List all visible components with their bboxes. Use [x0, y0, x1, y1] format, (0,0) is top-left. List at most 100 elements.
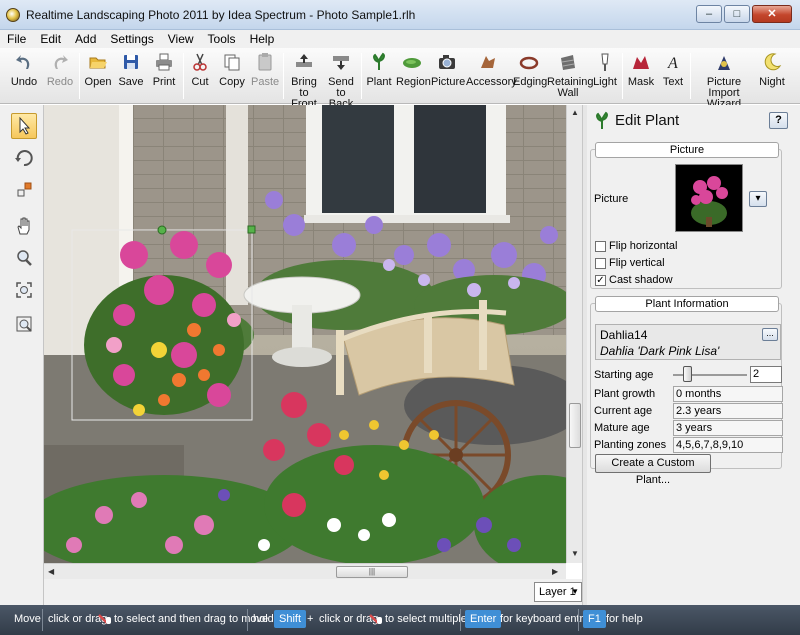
- menu-help[interactable]: Help: [243, 30, 282, 48]
- scroll-left-arrow-icon[interactable]: ◀: [48, 567, 54, 576]
- plant-button[interactable]: Plant: [366, 52, 392, 88]
- picture-group-caption: Picture: [595, 142, 779, 158]
- current-age-value: 2.3 years: [673, 403, 783, 419]
- accessory-button[interactable]: Accessory: [466, 52, 517, 88]
- flip-vertical-label: Flip vertical: [609, 257, 665, 269]
- zoom-tool[interactable]: [11, 245, 37, 271]
- scissors-icon: [193, 53, 207, 71]
- plant-icon: [373, 52, 385, 70]
- picture-dropdown-button[interactable]: ▾: [749, 191, 767, 207]
- resize-handle[interactable]: [247, 225, 256, 234]
- magnifier-icon: [17, 250, 32, 266]
- edging-button[interactable]: Edging: [513, 52, 547, 88]
- flip-horizontal-checkbox[interactable]: [595, 241, 606, 252]
- copy-button[interactable]: Copy: [218, 52, 246, 88]
- cast-shadow-label: Cast shadow: [609, 274, 673, 286]
- paste-button[interactable]: Paste: [251, 52, 279, 88]
- horizontal-scrollbar[interactable]: ◀ ||| ▶: [44, 563, 566, 579]
- menu-add[interactable]: Add: [68, 30, 103, 48]
- plant-growth-value: 0 months: [673, 386, 783, 402]
- flip-vertical-checkbox[interactable]: [595, 258, 606, 269]
- region-button[interactable]: Region: [396, 52, 431, 88]
- undo-icon: [16, 55, 30, 69]
- starting-age-input[interactable]: 2: [750, 366, 782, 383]
- status-select-multiple: to select multiple: [385, 613, 467, 625]
- tool-rail: [0, 105, 44, 605]
- redo-icon: [54, 55, 68, 69]
- mature-age-value: 3 years: [673, 420, 783, 436]
- edging-icon: [519, 56, 539, 70]
- text-button[interactable]: A Text: [660, 52, 686, 88]
- menu-bar: File Edit Add Settings View Tools Help: [0, 30, 800, 48]
- picture-group: Picture Picture ▾ Flip horizontal Flip v…: [590, 142, 782, 289]
- picture-import-wizard-button[interactable]: Picture Import Wizard: [693, 52, 755, 110]
- picture-button[interactable]: Picture: [431, 52, 465, 88]
- cast-shadow-checkbox[interactable]: ✓: [595, 275, 606, 286]
- print-button[interactable]: Print: [150, 52, 178, 88]
- camera-icon: [439, 55, 455, 69]
- picture-label: Picture: [594, 193, 629, 205]
- horizontal-scroll-thumb[interactable]: |||: [336, 566, 408, 578]
- scroll-up-arrow-icon[interactable]: ▲: [571, 108, 579, 117]
- mask-button[interactable]: Mask: [627, 52, 655, 88]
- undo-button[interactable]: Undo: [10, 52, 38, 88]
- menu-file[interactable]: File: [0, 30, 33, 48]
- rotate-tool[interactable]: [11, 145, 37, 171]
- light-icon: [601, 53, 609, 71]
- cut-button[interactable]: Cut: [187, 52, 213, 88]
- plant-growth-label: Plant growth: [594, 388, 656, 400]
- enter-key-badge: Enter: [465, 610, 502, 628]
- scroll-right-arrow-icon[interactable]: ▶: [552, 567, 558, 576]
- save-button[interactable]: Save: [117, 52, 145, 88]
- design-canvas[interactable]: [44, 105, 566, 563]
- select-tool[interactable]: [11, 113, 37, 139]
- status-bar: Move click or drag to select and then dr…: [0, 605, 800, 635]
- plant-thumbnail[interactable]: [675, 164, 743, 232]
- zoom-window-tool[interactable]: [11, 311, 37, 337]
- region-icon: [403, 58, 421, 68]
- menu-view[interactable]: View: [161, 30, 201, 48]
- pan-tool[interactable]: [11, 213, 37, 239]
- redo-button[interactable]: Redo: [46, 52, 74, 88]
- resize-tool[interactable]: [11, 177, 37, 203]
- maximize-button[interactable]: □: [724, 5, 750, 23]
- retaining-wall-button[interactable]: Retaining Wall: [547, 52, 593, 99]
- plant-name-box: Dahlia14 Dahlia 'Dark Pink Lisa' ...: [595, 324, 781, 360]
- garden-photo: [44, 105, 566, 563]
- plant-species: Dahlia 'Dark Pink Lisa': [600, 344, 720, 358]
- scroll-down-arrow-icon[interactable]: ▼: [571, 549, 579, 558]
- help-button[interactable]: ?: [769, 112, 788, 129]
- f1-key-badge: F1: [583, 610, 606, 628]
- mask-icon: [633, 56, 649, 69]
- minimize-button[interactable]: –: [696, 5, 722, 23]
- panel-title: Edit Plant: [615, 112, 680, 129]
- menu-tools[interactable]: Tools: [201, 30, 243, 48]
- bring-to-front-icon: [296, 54, 312, 67]
- panel-header: Edit Plant ?: [587, 105, 800, 135]
- menu-edit[interactable]: Edit: [33, 30, 68, 48]
- status-keyboard-entry: for keyboard entry: [500, 613, 589, 625]
- browse-plant-button[interactable]: ...: [762, 328, 778, 341]
- zoom-extents-tool[interactable]: [11, 277, 37, 303]
- slider-thumb[interactable]: [683, 366, 692, 382]
- mouse-drag-icon: [98, 614, 111, 624]
- night-button[interactable]: Night: [758, 52, 786, 88]
- open-button[interactable]: Open: [84, 52, 112, 88]
- svg-text:A: A: [667, 55, 678, 72]
- send-to-back-button[interactable]: Send to Back: [324, 52, 358, 110]
- zoom-window-icon: [16, 316, 32, 332]
- menu-settings[interactable]: Settings: [103, 30, 160, 48]
- status-for-help: for help: [606, 613, 643, 625]
- plant-information-group: Plant Information Dahlia14 Dahlia 'Dark …: [590, 296, 783, 486]
- light-button[interactable]: Light: [592, 52, 618, 88]
- close-button[interactable]: ✕: [752, 5, 792, 23]
- layer-select[interactable]: Layer 1 ▼: [534, 582, 582, 602]
- plant-name: Dahlia14: [600, 328, 648, 342]
- rotation-handle[interactable]: [157, 225, 167, 235]
- vertical-scroll-thumb[interactable]: [569, 403, 581, 448]
- rotate-icon: [15, 150, 33, 167]
- plant-icon: [596, 111, 608, 129]
- create-custom-plant-button[interactable]: Create a Custom Plant...: [595, 454, 711, 486]
- bring-to-front-button[interactable]: Bring to Front: [286, 52, 322, 110]
- vertical-scrollbar[interactable]: ▲ ▼: [566, 105, 582, 563]
